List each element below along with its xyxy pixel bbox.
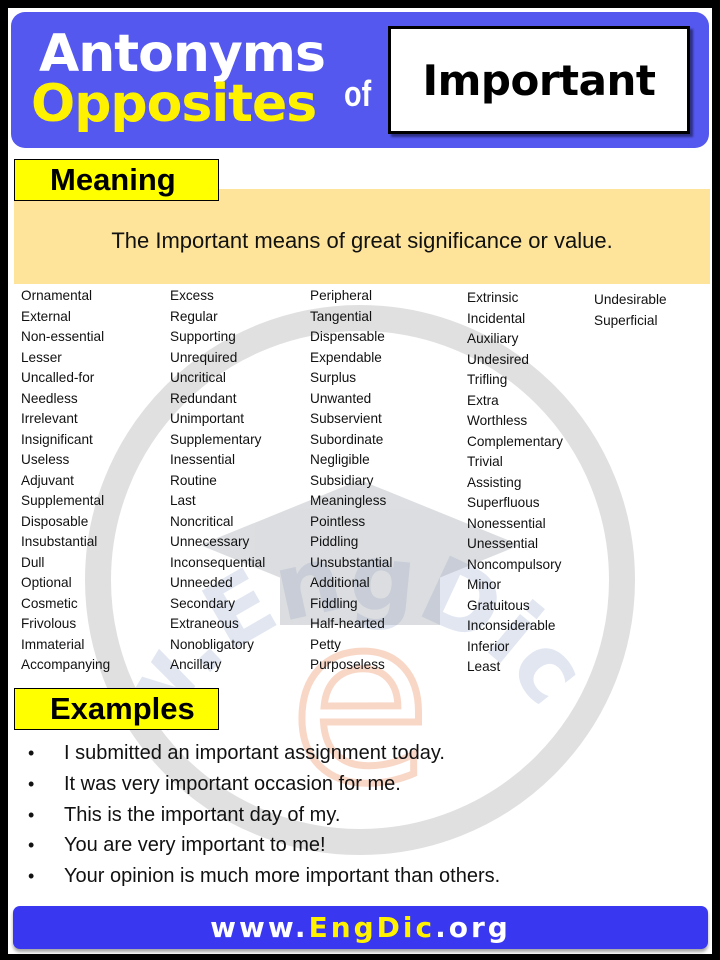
antonym-word: Frivolous [21,616,77,631]
antonym-word: Extra [467,392,499,408]
examples-label: Examples [14,688,219,730]
antonym-word: Supporting [170,329,236,344]
antonym-word: Superfluous [467,495,540,510]
example-item: • This is the important day of my. [28,800,500,831]
antonym-word: Gratuitous [467,597,530,613]
examples-list: • I submitted an important assignment tod… [28,738,500,892]
antonym-word: Subsidiary [310,472,374,488]
antonym-word: Unimportant [170,411,245,426]
antonym-word: Tangential [310,308,372,324]
antonym-word: Lesser [21,349,62,365]
antonym-word: Unneeded [170,575,233,590]
bullet-icon: • [28,743,35,763]
antonym-word: Cosmetic [21,595,78,611]
antonyms-column-4: Extrinsic Incidental Auxiliary Undesired Tri… [467,288,563,678]
antonym-word: Inconsiderable [467,618,556,633]
antonym-word: Ornamental [21,288,93,303]
antonym-word: Piddling [310,534,359,549]
antonym-word: Uncalled-for [21,370,95,385]
antonym-word: Noncompulsory [467,556,562,572]
antonym-word: Undesired [467,351,529,367]
antonym-word: Accompanying [21,657,111,672]
antonym-word: Worthless [467,413,528,428]
antonym-word: Secondary [170,595,235,611]
antonym-word: Unessential [467,536,539,551]
antonym-word: Optional [21,575,72,590]
antonym-word: Unrequired [170,349,238,365]
antonym-word: Complementary [467,433,563,449]
antonym-word: Non-essential [21,329,105,344]
antonym-word: Least [467,659,501,674]
antonym-word: Inessential [170,452,235,467]
antonym-word: Inferior [467,638,510,654]
antonym-word: Trivial [467,454,503,469]
meaning-label: Meaning [14,159,219,201]
antonym-word: Assisting [467,474,522,490]
antonym-word: Disposable [21,513,89,529]
antonym-word: Insubstantial [21,534,98,549]
bullet-icon: • [28,866,35,887]
antonym-word: Fiddling [310,595,358,611]
antonym-word: Nonessential [467,515,546,531]
antonym-word: Ancillary [170,657,222,672]
example-item: • It was very important occasion for me. [28,769,500,800]
antonym-word: Pointless [310,513,366,529]
bullet-icon: • [28,773,35,794]
antonym-word: Subservient [310,411,382,426]
antonym-word: Half-hearted [310,616,385,631]
antonym-word: Trifling [467,372,508,387]
antonym-word: Unsubstantial [310,554,393,570]
bullet-icon: • [28,804,35,825]
antonym-word: Superficial [594,312,658,328]
antonyms-column-5: Undesirable Superficial [594,290,667,331]
antonym-word: Regular [170,308,218,324]
example-item: • Your opinion is much more important tha… [28,861,500,892]
antonym-word: Supplementary [170,431,262,447]
bullet-icon: • [28,835,35,856]
antonym-word: Surplus [310,370,357,385]
antonym-word: Supplemental [21,493,105,508]
antonym-word: External [21,308,71,324]
antonym-word: Dispensable [310,329,385,344]
antonym-word: Unwanted [310,390,372,406]
antonym-word: Nonobligatory [170,636,254,652]
antonym-word: Extrinsic [467,290,519,305]
antonym-word: Purposeless [310,657,385,672]
antonym-word: Needless [21,390,78,406]
antonym-word: Routine [170,472,217,488]
antonym-word: Insignificant [21,431,93,447]
antonym-word: Negligible [310,452,370,467]
antonym-word: Petty [310,636,341,652]
antonym-word: Meaningless [310,493,387,508]
antonym-word: Undesirable [594,292,667,307]
antonym-word: Dull [21,554,45,570]
antonym-word: Additional [310,575,370,590]
antonym-word: Useless [21,452,70,467]
antonym-word: Last [170,493,196,508]
antonym-word: Minor [467,577,501,592]
example-item: • I submitted an important assignment tod… [28,738,500,769]
antonym-word: Inconsequential [170,554,266,570]
antonym-word: Immaterial [21,636,85,652]
antonym-word: Peripheral [310,288,372,303]
antonym-word: Adjuvant [21,472,74,488]
antonyms-column-3: Peripheral Tangential Dispensable Expendabl… [310,286,392,676]
antonym-word: Extraneous [170,616,239,631]
antonym-word: Uncritical [170,370,226,385]
antonym-word: Expendable [310,349,382,365]
antonym-word: Subordinate [310,431,384,447]
antonym-word: Noncritical [170,513,234,529]
antonyms-column-1: Ornamental External Non-essential Lesser Unc… [21,286,110,676]
antonym-word: Incidental [467,310,526,326]
example-item: • You are very important to me! [28,830,500,861]
antonym-word: Excess [170,288,214,303]
antonym-word: Irrelevant [21,411,78,426]
antonym-word: Unnecessary [170,534,250,549]
antonym-word: Redundant [170,390,237,406]
antonym-word: Auxiliary [467,331,519,346]
antonyms-column-2: Excess Regular Supporting Unrequired Uncriti… [170,286,265,676]
